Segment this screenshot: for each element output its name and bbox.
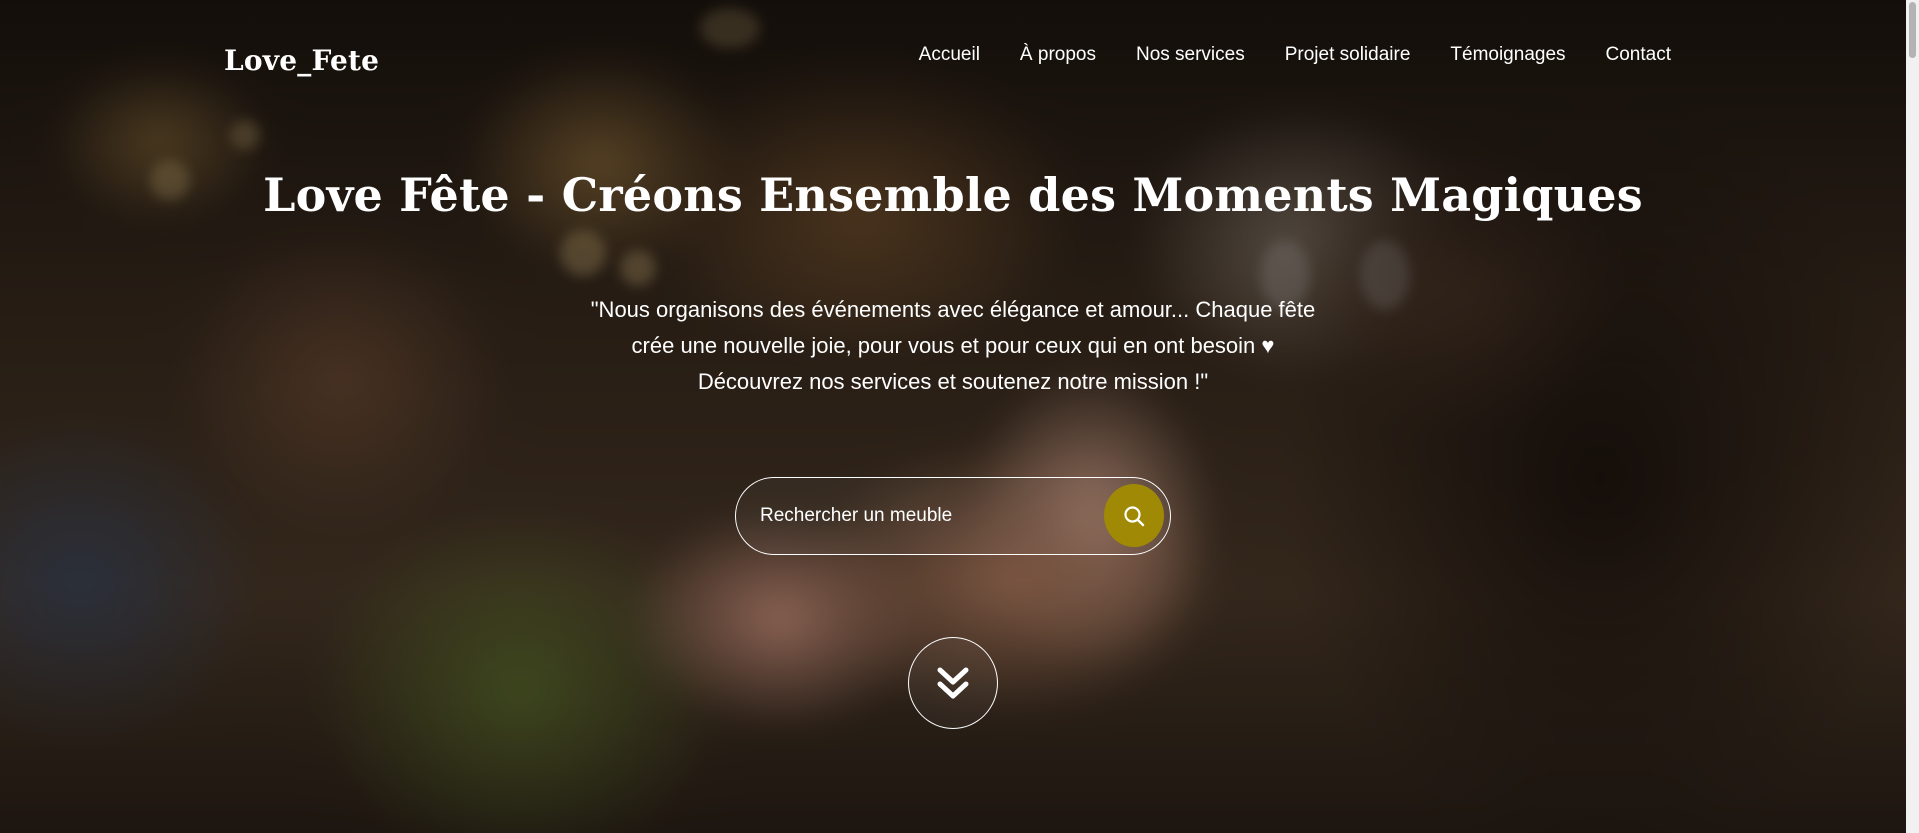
nav-item-contact[interactable]: Contact: [1606, 44, 1671, 66]
nav-item-a-propos[interactable]: À propos: [1020, 44, 1096, 66]
hero-section: Love_Fete Accueil À propos Nos services …: [0, 0, 1906, 833]
main-nav: Accueil À propos Nos services Projet sol…: [919, 44, 1671, 66]
nav-item-projet-solidaire[interactable]: Projet solidaire: [1285, 44, 1411, 66]
page: Love_Fete Accueil À propos Nos services …: [0, 0, 1919, 833]
search-button[interactable]: [1104, 484, 1164, 547]
scroll-down-button[interactable]: [908, 637, 998, 729]
brand-logo[interactable]: Love_Fete: [224, 44, 379, 77]
hero-tagline: "Nous organisons des événements avec élé…: [590, 297, 1316, 394]
search-icon: [1124, 505, 1145, 526]
nav-item-nos-services[interactable]: Nos services: [1136, 44, 1245, 66]
search-input[interactable]: [760, 478, 1090, 553]
nav-item-temoignages[interactable]: Témoignages: [1450, 44, 1565, 66]
page-scrollbar[interactable]: [1906, 0, 1919, 833]
nav-item-accueil[interactable]: Accueil: [919, 44, 980, 66]
search-form: [735, 477, 1171, 555]
hero-title: Love Fête - Créons Ensemble des Moments …: [263, 168, 1643, 222]
scrollbar-thumb[interactable]: [1909, 2, 1916, 58]
double-chevron-down-icon: [937, 667, 969, 699]
